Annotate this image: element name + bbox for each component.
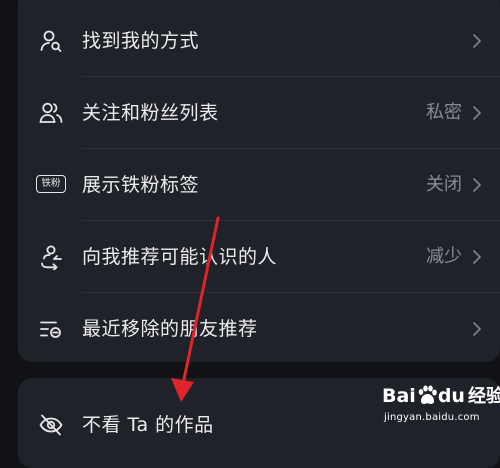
eye-off-icon <box>38 412 64 438</box>
followers-list-label: 关注和粉丝列表 <box>82 102 219 124</box>
watermark-url: jingyan.baidu.com <box>384 412 480 423</box>
recommend-people-icon <box>38 244 64 270</box>
chevron-right-icon <box>470 249 484 265</box>
chevron-right-icon <box>470 33 484 49</box>
baidu-jingyan-watermark: Bai du 经验 jingyan.baidu.com <box>382 382 500 436</box>
recommend-people-label: 向我推荐可能认识的人 <box>82 246 278 268</box>
chevron-right-icon <box>470 321 484 337</box>
paw-icon <box>416 385 438 405</box>
brand-suffix: du <box>437 385 465 407</box>
followers-list-row[interactable]: 关注和粉丝列表 私密 <box>18 76 500 148</box>
privacy-settings-card: 找到我的方式 关注和粉丝列表 私密 铁粉 展示铁粉标签 关闭 向我推荐可能认识的… <box>18 0 500 362</box>
baidu-logo: Bai du 经验 <box>382 382 500 408</box>
iron-fan-badge-row[interactable]: 铁粉 展示铁粉标签 关闭 <box>18 148 500 220</box>
product-text: 经验 <box>467 386 500 407</box>
iron-fan-badge-label: 展示铁粉标签 <box>82 174 200 196</box>
find-me-row[interactable]: 找到我的方式 <box>18 4 500 76</box>
chevron-right-icon <box>470 105 484 121</box>
removed-recommendations-label: 最近移除的朋友推荐 <box>82 318 258 340</box>
hide-works-label: 不看 Ta 的作品 <box>82 414 214 436</box>
find-me-label: 找到我的方式 <box>82 30 200 52</box>
iron-fan-badge-icon: 铁粉 <box>36 175 66 193</box>
find-me-icon <box>38 28 64 54</box>
followers-icon <box>38 100 64 126</box>
chevron-right-icon <box>470 177 484 193</box>
recommend-people-value: 减少 <box>426 246 462 267</box>
removed-list-icon <box>38 316 64 342</box>
iron-fan-badge-value: 关闭 <box>426 174 462 195</box>
followers-list-value: 私密 <box>426 102 462 123</box>
removed-recommendations-row[interactable]: 最近移除的朋友推荐 <box>18 292 500 364</box>
brand-text: Bai <box>382 385 416 407</box>
recommend-people-row[interactable]: 向我推荐可能认识的人 减少 <box>18 220 500 292</box>
